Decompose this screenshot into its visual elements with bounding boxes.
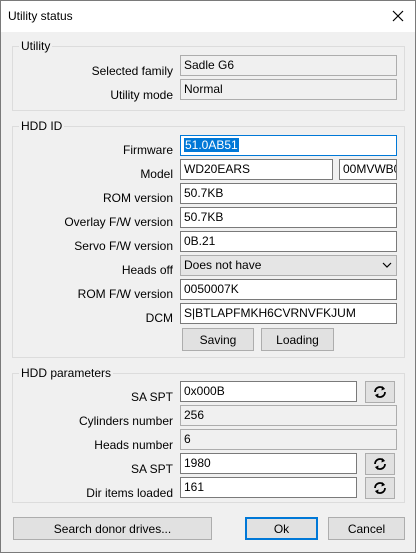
- rom-fw-version-label: ROM F/W version: [77, 287, 173, 301]
- dcm-label: DCM: [145, 311, 173, 325]
- model-input[interactable]: WD20EARS: [180, 159, 333, 180]
- utility-group-title: Utility: [19, 39, 53, 53]
- overlay-version-input[interactable]: 50.7KB: [180, 207, 397, 228]
- search-donor-drives-button[interactable]: Search donor drives...: [13, 517, 212, 540]
- dir-items-loaded-label: Dir items loaded: [86, 486, 173, 500]
- firmware-input[interactable]: 51.0AB51: [180, 135, 397, 156]
- cancel-button[interactable]: Cancel: [328, 517, 405, 540]
- close-icon: [392, 10, 404, 22]
- selected-family-field: Sadle G6: [180, 55, 397, 76]
- saving-button[interactable]: Saving: [182, 328, 254, 351]
- model-suffix-input[interactable]: 00MVWB0: [339, 159, 397, 180]
- title-bar: Utility status: [1, 1, 415, 32]
- window-title: Utility status: [8, 9, 73, 23]
- rom-version-input[interactable]: 50.7KB: [180, 183, 397, 204]
- heads-number-field: 6: [180, 429, 397, 450]
- firmware-value: 51.0AB51: [184, 138, 239, 152]
- selected-family-label: Selected family: [91, 64, 173, 78]
- model-label: Model: [140, 167, 173, 181]
- utility-mode-field: Normal: [180, 79, 397, 100]
- utility-mode-label: Utility mode: [110, 88, 173, 102]
- heads-off-value: Does not have: [184, 258, 262, 272]
- refresh-icon: [374, 386, 386, 398]
- refresh-icon: [374, 482, 386, 494]
- cylinders-number-label: Cylinders number: [78, 414, 173, 428]
- sa-spt-2-input[interactable]: 1980: [180, 453, 357, 474]
- rom-fw-version-input[interactable]: 0050007K: [180, 279, 397, 300]
- cylinders-number-field: 256: [180, 405, 397, 426]
- refresh-icon: [374, 458, 386, 470]
- dir-items-loaded-input[interactable]: 161: [180, 477, 357, 498]
- sa-spt-refresh-button[interactable]: [365, 381, 395, 403]
- sa-spt-2-label: SA SPT: [130, 462, 173, 476]
- loading-button[interactable]: Loading: [261, 328, 334, 351]
- heads-off-select[interactable]: Does not have: [180, 255, 397, 276]
- firmware-label: Firmware: [123, 143, 173, 157]
- sa-spt-2-refresh-button[interactable]: [365, 453, 395, 475]
- heads-number-label: Heads number: [94, 438, 173, 452]
- dir-items-refresh-button[interactable]: [365, 477, 395, 499]
- heads-off-label: Heads off: [121, 263, 173, 277]
- hdd-parameters-group-title: HDD parameters: [19, 366, 114, 380]
- utility-status-dialog: Utility status Utility Selected family S…: [0, 0, 416, 553]
- dcm-input[interactable]: S|BTLAPFMKH6CVRNVFKJUM: [180, 303, 397, 324]
- servo-version-label: Servo F/W version: [74, 239, 173, 253]
- sa-spt-input[interactable]: 0x000B: [180, 381, 357, 402]
- sa-spt-label: SA SPT: [130, 390, 173, 404]
- ok-button[interactable]: Ok: [245, 517, 318, 540]
- hdd-id-group-title: HDD ID: [19, 119, 65, 133]
- rom-version-label: ROM version: [102, 191, 173, 205]
- close-button[interactable]: [387, 5, 409, 27]
- chevron-down-icon: [382, 262, 392, 268]
- servo-version-input[interactable]: 0B.21: [180, 231, 397, 252]
- overlay-version-label: Overlay F/W version: [64, 215, 173, 229]
